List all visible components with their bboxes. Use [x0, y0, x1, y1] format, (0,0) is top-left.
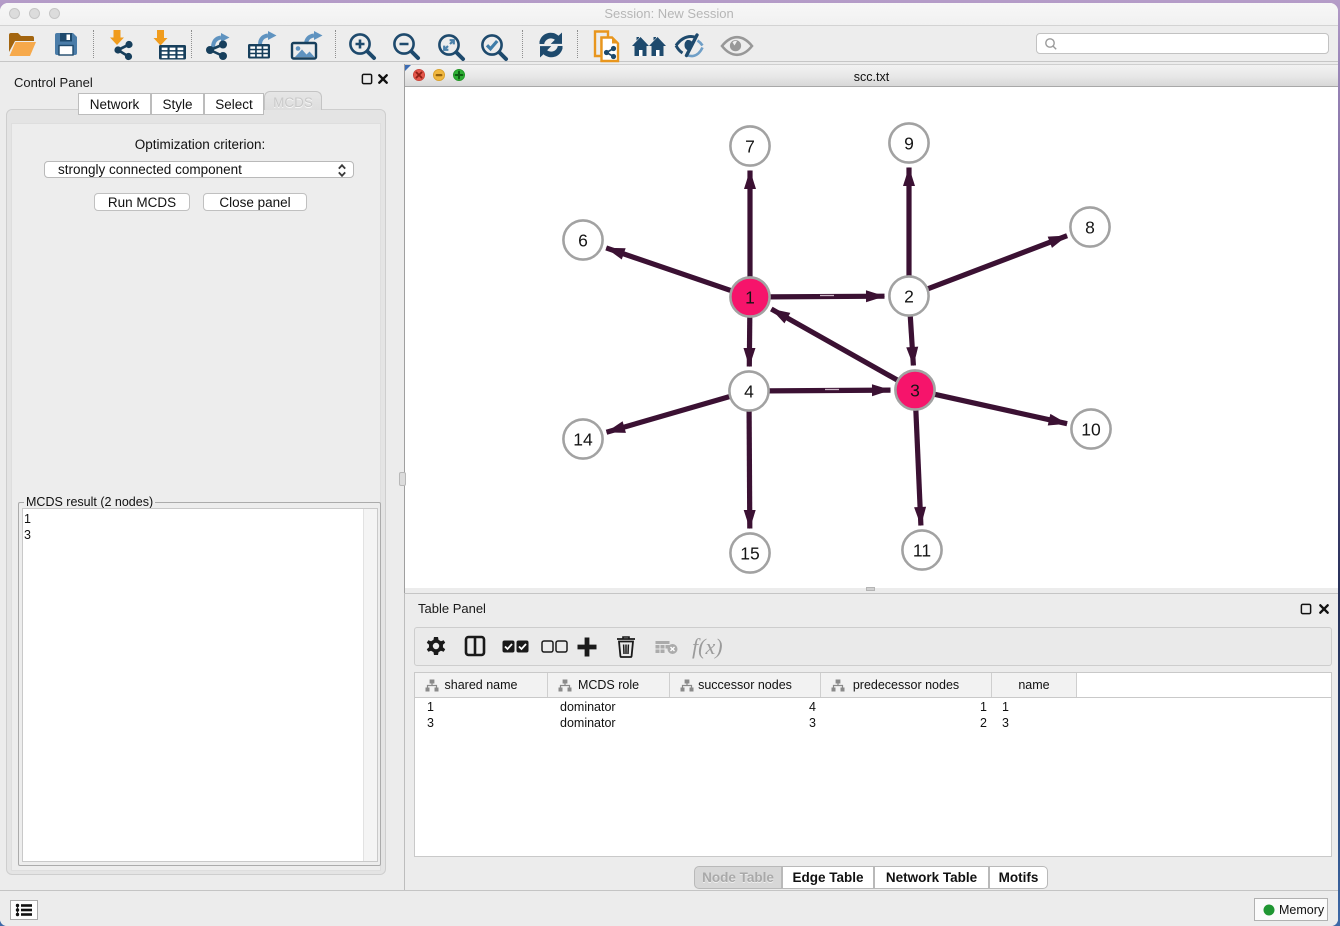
svg-text:1: 1 [745, 288, 755, 308]
svg-text:7: 7 [745, 137, 755, 157]
svg-text:10: 10 [1081, 420, 1101, 440]
svg-text:8: 8 [1085, 218, 1095, 238]
svg-text:3: 3 [910, 381, 920, 401]
svg-text:11: 11 [913, 541, 931, 561]
svg-text:2: 2 [904, 287, 914, 307]
svg-text:4: 4 [744, 382, 754, 402]
svg-text:14: 14 [573, 430, 593, 450]
svg-text:9: 9 [904, 134, 914, 154]
svg-text:6: 6 [578, 231, 588, 251]
svg-text:15: 15 [740, 544, 759, 564]
